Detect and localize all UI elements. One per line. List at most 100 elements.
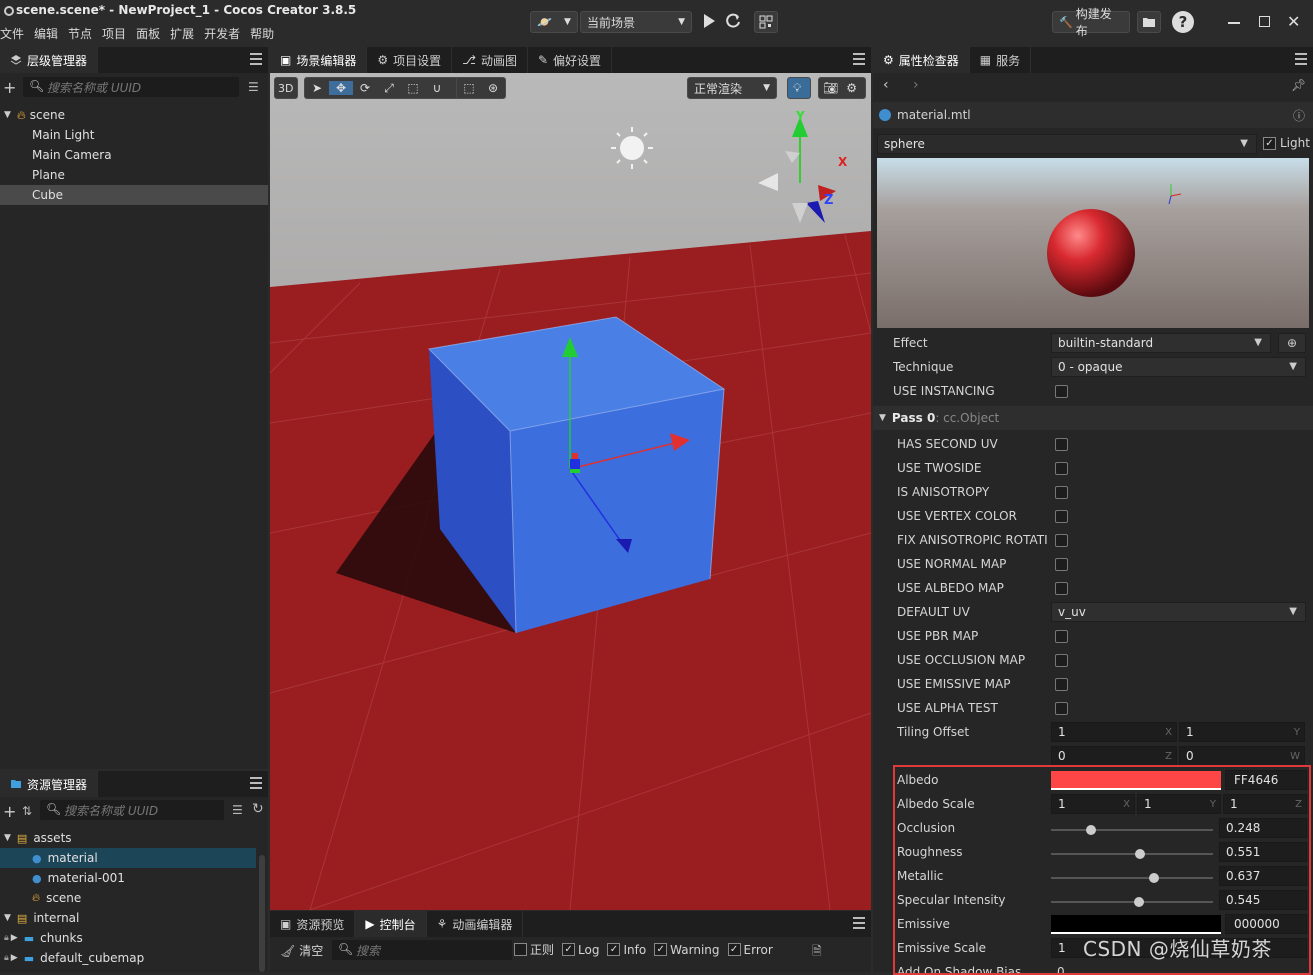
asset-item[interactable]: 🔒︎ ▶ ▬ default_cubemap: [0, 948, 256, 968]
scene-viewport[interactable]: Y X Z: [270, 73, 871, 910]
refresh-button[interactable]: [726, 13, 742, 29]
albedo-hex-input[interactable]: FF4646: [1225, 770, 1307, 790]
filter-icon[interactable]: ☰: [232, 803, 243, 817]
define-checkbox[interactable]: [1055, 582, 1068, 595]
tab-scene-1[interactable]: ⚙ 项目设置: [367, 47, 453, 73]
albedo-color-swatch[interactable]: [1051, 771, 1221, 790]
slider-track[interactable]: [1051, 873, 1213, 883]
gear-icon[interactable]: ⚙: [846, 81, 857, 95]
level-filter[interactable]: ✓ Log: [562, 943, 599, 957]
tree-node[interactable]: Main Camera: [0, 145, 268, 165]
help-icon[interactable]: ?: [1172, 11, 1194, 33]
rect-tool-icon[interactable]: ⬚: [401, 81, 425, 95]
asset-item[interactable]: 🔒︎ ▶ ▬ chunks: [0, 928, 256, 948]
tab-console-1[interactable]: ▶ 控制台: [355, 911, 427, 937]
select-tool-icon[interactable]: ➤: [305, 81, 329, 95]
slider-track[interactable]: [1051, 825, 1213, 835]
render-mode-select[interactable]: 正常渲染 ▼: [687, 77, 777, 99]
panel-menu-icon[interactable]: [1295, 53, 1307, 65]
asset-item[interactable]: ▼ ▤ internal: [0, 908, 256, 928]
build-button[interactable]: 🔨 构建发布: [1052, 7, 1130, 38]
panel-menu-icon[interactable]: [853, 917, 865, 929]
define-checkbox[interactable]: [1055, 654, 1068, 667]
tree-node-scene[interactable]: ▼ 🔥︎ scene: [0, 105, 268, 125]
asset-item[interactable]: ▼ ▤ assets: [0, 828, 256, 848]
forward-icon[interactable]: ›: [913, 77, 919, 93]
tree-node[interactable]: Cube: [0, 185, 268, 205]
define-checkbox[interactable]: [1055, 486, 1068, 499]
preview-mesh-select[interactable]: sphere ▼: [877, 134, 1257, 154]
tree-node[interactable]: Main Light: [0, 125, 268, 145]
menu-item[interactable]: 开发者: [204, 25, 246, 42]
default-uv-select[interactable]: v_uv ▼: [1051, 602, 1306, 622]
instancing-checkbox[interactable]: [1055, 385, 1068, 398]
move-tool-icon[interactable]: ✥: [329, 81, 353, 95]
define-checkbox[interactable]: [1055, 510, 1068, 523]
asset-item[interactable]: ● material-001: [0, 868, 256, 888]
define-checkbox[interactable]: [1055, 438, 1068, 451]
asset-item[interactable]: 🔥︎ scene: [0, 888, 256, 908]
scene-select[interactable]: 当前场景 ▼: [580, 11, 692, 33]
checkbox[interactable]: ✓: [607, 943, 621, 956]
define-checkbox[interactable]: [1055, 678, 1068, 691]
open-log-icon[interactable]: 🗎: [812, 942, 822, 963]
console-search-input[interactable]: 🔍︎ 搜索: [332, 940, 512, 960]
tab-scene-2[interactable]: ⎇ 动画图: [452, 47, 528, 73]
menu-item[interactable]: 编辑: [34, 25, 64, 42]
tab-hierarchy[interactable]: 层级管理器: [0, 47, 99, 73]
open-folder-button[interactable]: [1137, 11, 1161, 33]
menu-item[interactable]: 节点: [68, 25, 98, 42]
pass-0-header[interactable]: ▼ Pass 0 : cc.Object: [873, 406, 1313, 430]
effect-select[interactable]: builtin-standard ▼: [1051, 333, 1271, 353]
tiling-w-input[interactable]: 0W: [1179, 746, 1305, 766]
checkbox[interactable]: ✓: [654, 943, 668, 956]
level-filter[interactable]: ✓ Error: [727, 943, 773, 957]
assets-scrollbar[interactable]: [259, 855, 265, 972]
locate-effect-icon[interactable]: ⊕: [1278, 333, 1306, 353]
tiling-y-input[interactable]: 1Y: [1179, 722, 1305, 742]
rotate-tool-icon[interactable]: ⟳: [353, 81, 377, 95]
slider-value-input[interactable]: 0.545: [1219, 890, 1307, 910]
hierarchy-search-input[interactable]: 🔍︎ 搜索名称或 UUID: [23, 77, 239, 97]
slider-value-input[interactable]: 0.551: [1219, 842, 1307, 862]
slider-value-input[interactable]: 0.637: [1219, 866, 1307, 886]
slider-value-input[interactable]: 0.248: [1219, 818, 1307, 838]
define-checkbox[interactable]: [1055, 702, 1068, 715]
menu-item[interactable]: 项目: [102, 25, 132, 42]
emissive-color-swatch[interactable]: [1051, 915, 1221, 934]
refresh-icon[interactable]: ↻: [252, 801, 264, 817]
tree-node[interactable]: Plane: [0, 165, 268, 185]
tab-services[interactable]: ▦ 服务: [970, 47, 1032, 73]
asset-item[interactable]: ● material: [0, 848, 256, 868]
panel-menu-icon[interactable]: [250, 777, 262, 789]
define-checkbox[interactable]: [1055, 558, 1068, 571]
clear-button[interactable]: 🧹︎ 清空: [280, 942, 323, 959]
checkbox[interactable]: ✓: [727, 943, 741, 956]
checkbox[interactable]: [514, 943, 527, 956]
pivot-icon[interactable]: ⬚: [457, 81, 481, 95]
define-checkbox[interactable]: [1055, 462, 1068, 475]
level-filter[interactable]: ✓ Warning: [654, 943, 720, 957]
back-icon[interactable]: ‹: [883, 77, 889, 93]
tab-inspector[interactable]: ⚙ 属性检查器: [873, 47, 970, 73]
regex-filter[interactable]: 正则: [514, 941, 554, 958]
add-asset-icon[interactable]: +: [3, 802, 16, 821]
level-filter[interactable]: ✓ Info: [607, 943, 646, 957]
tab-assets[interactable]: 资源管理器: [0, 771, 99, 797]
tab-console-2[interactable]: ⚘ 动画编辑器: [427, 911, 524, 937]
tiling-z-input[interactable]: 0Z: [1051, 746, 1177, 766]
help-icon[interactable]: ⓘ: [1293, 107, 1305, 124]
local-global-icon[interactable]: ⊛: [481, 81, 505, 95]
technique-select[interactable]: 0 - opaque ▼: [1051, 357, 1306, 377]
menu-item[interactable]: 文件: [0, 25, 30, 42]
maximize-icon[interactable]: [1259, 16, 1270, 27]
emissive-hex-input[interactable]: 000000: [1225, 914, 1307, 934]
albedo-scale-z-input[interactable]: 1Z: [1223, 794, 1307, 814]
preview-qr-button[interactable]: [754, 11, 778, 33]
panel-menu-icon[interactable]: [853, 53, 865, 65]
albedo-scale-y-input[interactable]: 1Y: [1137, 794, 1221, 814]
close-icon[interactable]: ✕: [1287, 12, 1301, 31]
tab-console-0[interactable]: ▣ 资源预览: [270, 911, 356, 937]
slider-track[interactable]: [1051, 849, 1213, 859]
material-preview[interactable]: [877, 158, 1309, 328]
